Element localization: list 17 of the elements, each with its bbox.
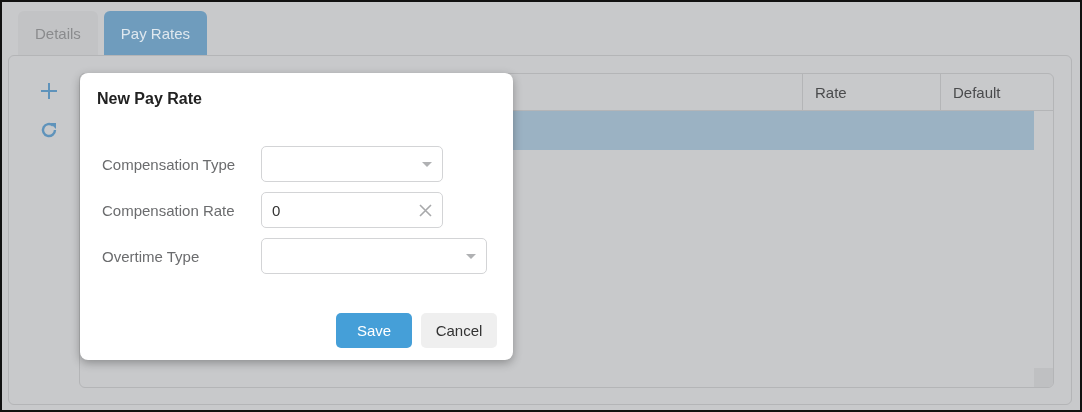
dropdown-field[interactable] <box>261 146 443 182</box>
column-header[interactable]: Rate <box>802 74 940 110</box>
clear-icon[interactable] <box>419 203 432 217</box>
caret-icon <box>466 253 476 259</box>
caret-icon <box>422 161 432 167</box>
column-header[interactable]: Default <box>940 74 1053 110</box>
field-label: Compensation Type <box>102 155 237 173</box>
cancel-button[interactable]: Cancel <box>421 313 497 348</box>
dropdown-field[interactable] <box>261 238 487 274</box>
refresh-icon[interactable] <box>40 121 58 139</box>
input-field[interactable]: 0 <box>261 192 443 228</box>
field-value: 0 <box>272 201 282 219</box>
dialog-title: New Pay Rate <box>97 90 203 108</box>
add-icon[interactable] <box>41 83 57 99</box>
field-label: Overtime Type <box>102 247 201 265</box>
save-button[interactable]: Save <box>336 313 412 348</box>
field-label: Compensation Rate <box>102 201 236 219</box>
